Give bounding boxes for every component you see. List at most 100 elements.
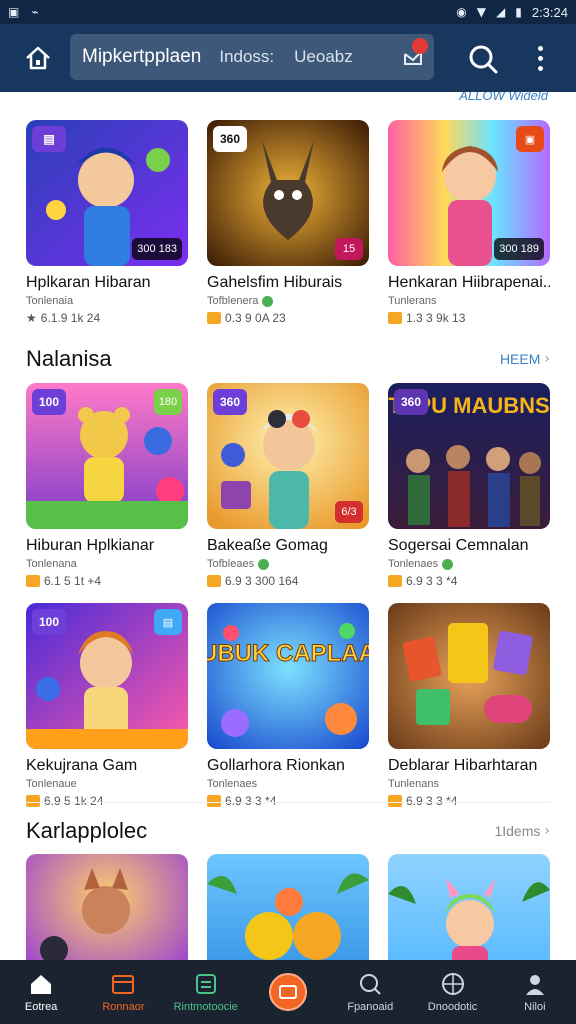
game-title: Hplkaran Hibaran: [26, 274, 151, 291]
card-row: ▤ 300 183 Hplkaran Hibaran Tonlenaia ★ 6.…: [26, 120, 550, 325]
game-card[interactable]: 360 15 Gahelsfim Hiburais Tofblenera 0.3…: [207, 120, 369, 325]
battery-icon: ▮: [515, 5, 522, 19]
notification-icon: ▣: [8, 5, 20, 19]
section-title: Karlapplolec: [26, 818, 148, 843]
game-title: Bakeaße Gomag: [207, 537, 328, 554]
search-text-tertiary: Ueoabz: [294, 47, 353, 66]
game-meta: 0.3 9 0A 23: [207, 311, 369, 325]
home-button[interactable]: [16, 36, 60, 80]
nav-item-profile[interactable]: Niloi: [499, 971, 571, 1013]
game-thumbnail: 360 15: [207, 120, 369, 266]
game-developer: Tonlenaes: [388, 558, 550, 570]
main-content: ALLOW Wideld ▤ 300 183 Hplkaran Hibaran …: [0, 92, 576, 960]
game-badge: 300 183: [132, 238, 182, 260]
game-card[interactable]: TEPU MAUBNS 360 Sogersai Cemnalan Tonlen…: [388, 383, 550, 588]
game-title: Hiburan Hplkianar: [26, 537, 155, 554]
banner-text: SUBUK CAPLAAS: [207, 640, 369, 667]
game-developer: Tunlerans: [388, 295, 437, 307]
section-header: Karlapplolec 1Idems ›: [26, 818, 550, 844]
game-title: Henkaran Hiibrapenai..: [388, 274, 550, 291]
location-icon: ◉: [456, 5, 467, 19]
game-card[interactable]: ▤ 300 183 Hplkaran Hibaran Tonlenaia ★ 6.…: [26, 120, 188, 325]
coin-icon: [207, 312, 221, 324]
game-card[interactable]: 100 180 Hiburan Hplkianar Tonlenana 6.1 …: [26, 383, 188, 588]
section-header: Nalanisa HEEM ›: [26, 346, 550, 372]
verified-icon: [262, 295, 274, 307]
divider: [26, 802, 550, 803]
card-row: [26, 854, 550, 960]
game-thumbnail: 100 180: [26, 383, 188, 529]
coin-icon: [207, 575, 221, 587]
bottom-navigation: Eotrea Ronnaor Rintmotoocie Fpanoaid Dno…: [0, 960, 576, 1024]
status-bar: ▣ ⌁ ◉ ▼ ◢ ▮ 2:3:24: [0, 0, 576, 24]
cast-icon: [268, 973, 307, 1011]
search-text-primary: Mipkertpplaen: [82, 46, 202, 67]
game-tag: 360: [213, 389, 247, 415]
game-tag-secondary: ▤: [154, 609, 182, 635]
section-more-link[interactable]: HEEM ›: [500, 351, 550, 367]
profile-icon: [525, 975, 544, 995]
game-tag-secondary: 180: [154, 389, 182, 415]
game-tag: 100: [32, 609, 66, 635]
game-developer: Tofblenera: [207, 295, 369, 307]
list-icon: [195, 974, 216, 994]
game-thumbnail: ▤ 300 183: [26, 120, 188, 266]
game-tag: 360: [394, 389, 428, 415]
game-badge: 300 189: [494, 238, 544, 260]
app-bar: Mipkertpplaen Indoss: Ueoabz: [0, 24, 576, 92]
game-meta: 6.9 3 3 *4: [388, 574, 550, 588]
section-more-link[interactable]: 1Idems ›: [494, 823, 550, 839]
game-meta: ★ 6.1.9 1k 24: [26, 311, 101, 325]
search-bar[interactable]: Mipkertpplaen Indoss: Ueoabz: [70, 34, 434, 80]
nav-item-cast[interactable]: [252, 973, 324, 1011]
signal-icon: ◢: [496, 5, 506, 19]
game-card[interactable]: [26, 854, 188, 960]
game-title: Sogersai Cemnalan: [388, 537, 529, 554]
game-thumbnail: TEPU MAUBNS 360: [388, 383, 550, 529]
section-title: Nalanisa: [26, 346, 112, 371]
game-card[interactable]: 360 6/3 Bakeaße Gomag Tofbleaes 6.9 3 30…: [207, 383, 369, 588]
card-row: 100 180 Hiburan Hplkianar Tonlenana 6.1 …: [26, 383, 550, 588]
coin-icon: [26, 575, 40, 587]
coin-icon: [26, 795, 40, 807]
game-tag: 100: [32, 389, 66, 415]
game-title: Kekujrana Gam: [26, 757, 138, 774]
game-title: Deblarar Hibarhtaran: [388, 757, 538, 774]
chevron-right-icon: ›: [544, 351, 550, 367]
game-developer: Tonlenana: [26, 558, 77, 570]
nav-item-list[interactable]: Rintmotoocie: [170, 971, 242, 1013]
coin-icon: [388, 795, 402, 807]
game-card[interactable]: Deblarar Hibarhtaran Tunlenans 6.9 3 3 *…: [388, 603, 550, 808]
coin-icon: [207, 795, 221, 807]
nav-item-search[interactable]: Fpanoaid: [334, 971, 406, 1013]
game-title: Gahelsfim Hiburais: [207, 274, 343, 291]
game-thumbnail: [388, 854, 550, 960]
game-card[interactable]: [388, 854, 550, 960]
game-meta: 6.9 3 300 164: [207, 574, 369, 588]
game-thumbnail: [207, 854, 369, 960]
see-all-link[interactable]: ALLOW Wideld: [459, 92, 548, 103]
chevron-right-icon: ›: [544, 823, 550, 839]
game-thumbnail: 360 6/3: [207, 383, 369, 529]
card-row: 100 ▤ Kekujrana Gam Tonlenaue 6.9 5 1k 2…: [26, 603, 550, 808]
game-thumbnail: [388, 603, 550, 749]
rating-icon: ★: [26, 311, 37, 325]
nav-item-globe[interactable]: Dnoodotic: [417, 971, 489, 1013]
game-title: Gollarhora Rionkan: [207, 757, 345, 774]
nav-item-home[interactable]: Eotrea: [5, 971, 77, 1013]
game-tag: 360: [213, 126, 247, 152]
game-thumbnail: [26, 854, 188, 960]
wifi-icon: ▼: [476, 5, 486, 19]
more-icon[interactable]: [526, 40, 554, 76]
game-card[interactable]: SUBUK CAPLAAS Gollarhora Rionkan Tonlena…: [207, 603, 369, 808]
game-meta: 1.3 3 9k 13: [388, 311, 550, 325]
game-meta: 6.1 5 1t +4: [26, 574, 188, 588]
game-card[interactable]: ▣ 300 189 Henkaran Hiibrapenai.. Tunlera…: [388, 120, 550, 325]
search-icon[interactable]: [466, 42, 500, 76]
game-meta: 6.9 5 1k 24: [26, 794, 188, 808]
game-card[interactable]: [207, 854, 369, 960]
game-card[interactable]: 100 ▤ Kekujrana Gam Tonlenaue 6.9 5 1k 2…: [26, 603, 188, 808]
game-developer: Tonlenaue: [26, 778, 77, 790]
nav-item-store[interactable]: Ronnaor: [87, 971, 159, 1013]
verified-icon: [258, 558, 270, 570]
